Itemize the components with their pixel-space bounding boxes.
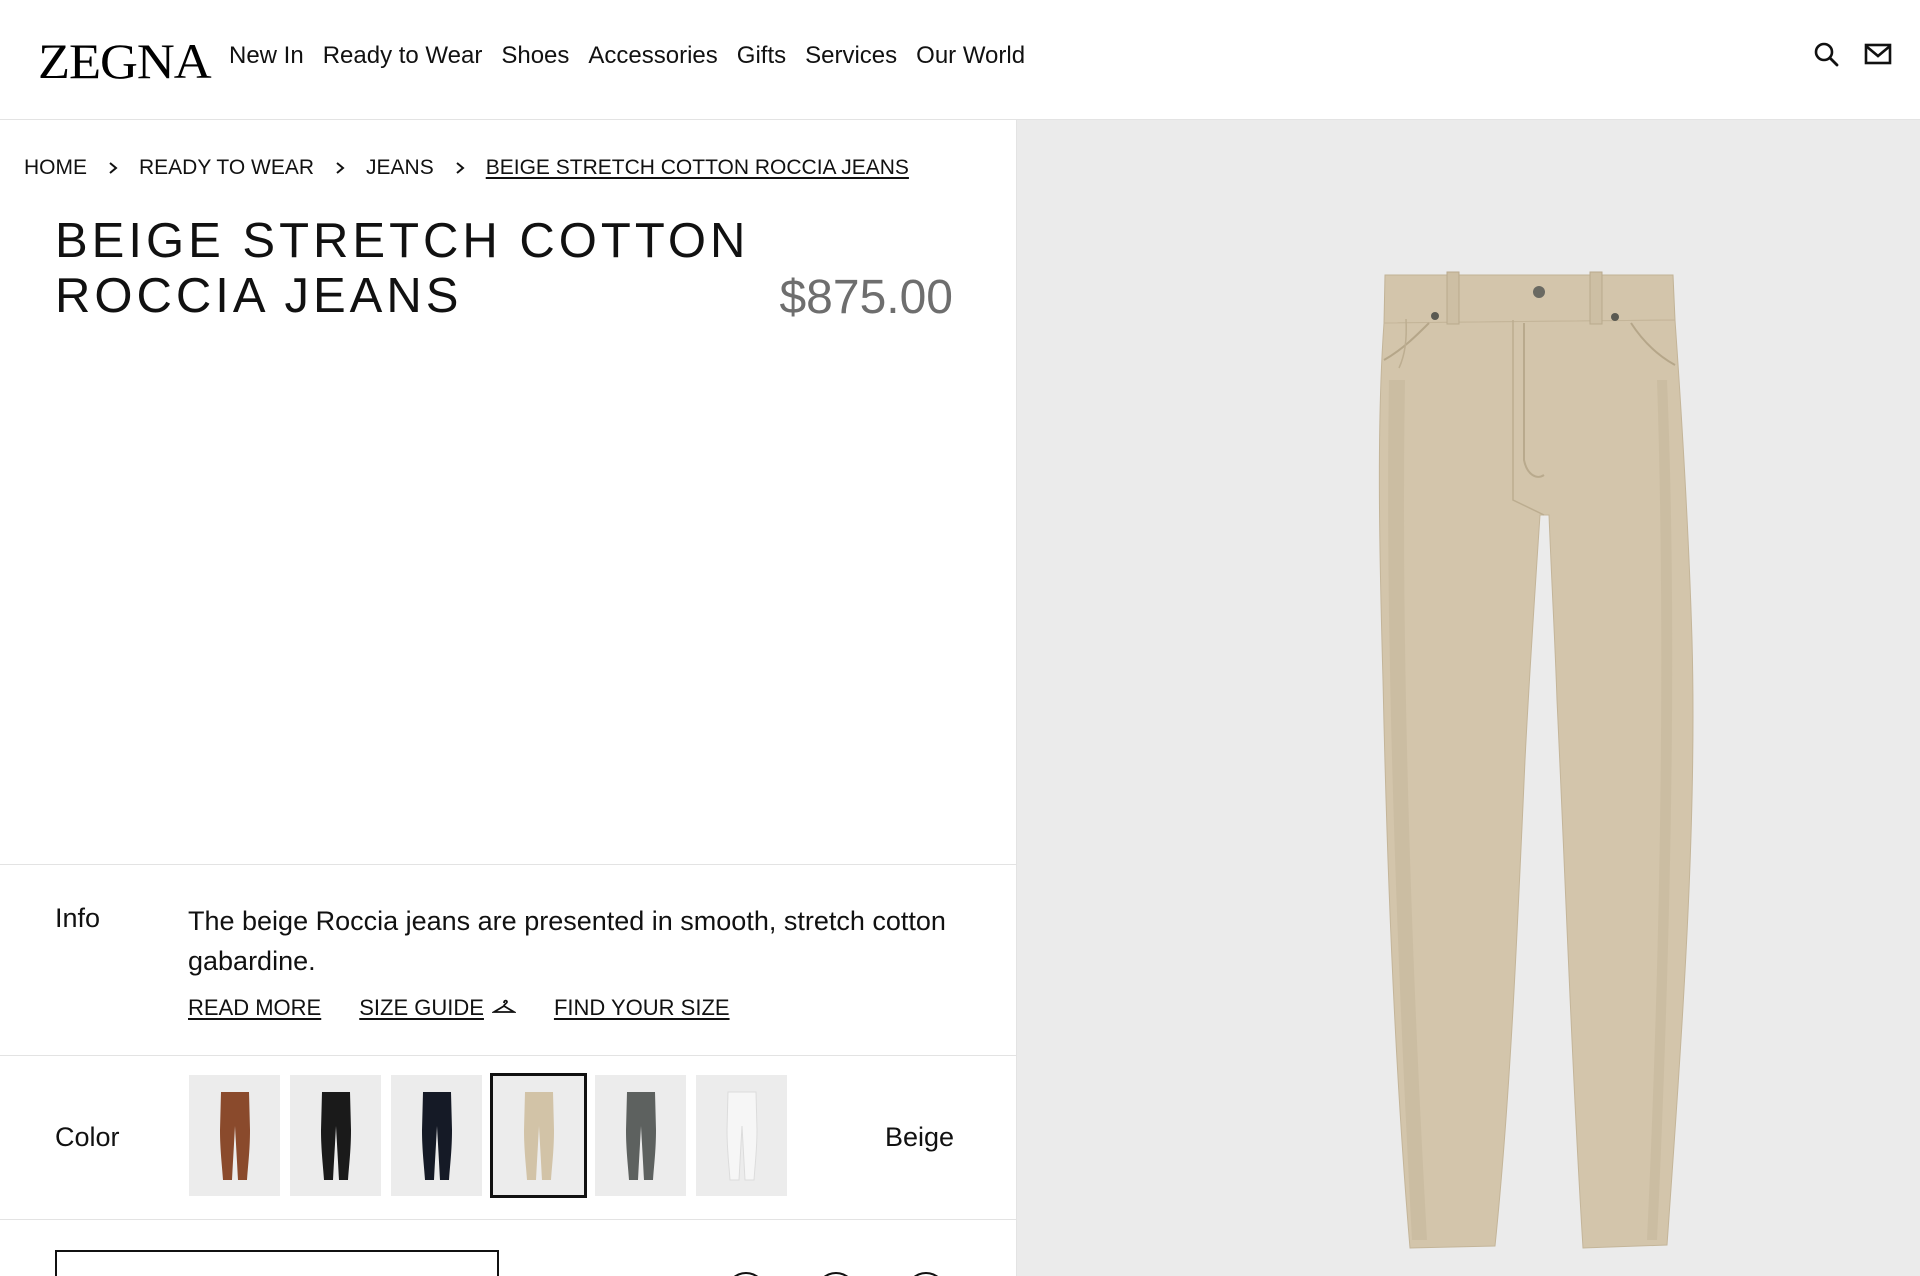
nav-services[interactable]: Services xyxy=(805,42,897,70)
jeans-thumbnail-icon xyxy=(625,1091,656,1180)
circle-button[interactable] xyxy=(906,1272,946,1276)
color-swatch-brown[interactable] xyxy=(189,1075,280,1196)
chevron-right-icon xyxy=(314,161,366,175)
find-your-size-label: FIND YOUR SIZE xyxy=(553,995,730,1020)
breadcrumb-current[interactable]: BEIGE STRETCH COTTON ROCCIA JEANS xyxy=(486,156,909,180)
selected-color: Beige xyxy=(884,1122,954,1152)
size-guide-link[interactable]: SIZE GUIDE xyxy=(359,995,518,1021)
breadcrumb-home[interactable]: HOME xyxy=(24,156,87,180)
product-title-line1: BEIGE STRETCH COTTON xyxy=(55,214,750,268)
site-header: ZEGNA New In Ready to Wear Shoes Accesso… xyxy=(0,0,1920,120)
nav-accessories[interactable]: Accessories xyxy=(588,42,717,70)
jeans-illustration xyxy=(1378,271,1694,1249)
color-section: Color Beige xyxy=(0,1056,1017,1220)
nav-ready-to-wear[interactable]: Ready to Wear xyxy=(323,42,483,70)
nav-our-world[interactable]: Our World xyxy=(916,42,1025,70)
mail-icon[interactable] xyxy=(1864,40,1892,68)
hanger-icon xyxy=(490,995,518,1021)
info-label: Info xyxy=(55,903,101,933)
circle-button[interactable] xyxy=(816,1272,856,1276)
chevron-right-icon xyxy=(434,161,486,175)
jeans-thumbnail-icon xyxy=(320,1091,351,1180)
main-nav: New In Ready to Wear Shoes Accessories G… xyxy=(229,42,1044,70)
jeans-thumbnail-icon xyxy=(421,1091,452,1180)
breadcrumb-ready-to-wear[interactable]: READY TO WEAR xyxy=(139,156,314,180)
info-section: Info The beige Roccia jeans are presente… xyxy=(0,864,1017,1056)
read-more-label: READ MORE xyxy=(188,995,322,1020)
nav-shoes[interactable]: Shoes xyxy=(501,42,569,70)
color-swatches xyxy=(189,1073,787,1198)
brand-logo[interactable]: ZEGNA xyxy=(38,32,212,90)
product-title: BEIGE STRETCH COTTON ROCCIA JEANS xyxy=(55,214,755,324)
breadcrumb: HOME READY TO WEAR JEANS BEIGE STRETCH C… xyxy=(24,156,909,180)
info-description: The beige Roccia jeans are presented in … xyxy=(188,906,946,976)
color-swatch-black[interactable] xyxy=(290,1075,381,1196)
header-actions xyxy=(1812,40,1892,68)
breadcrumb-jeans[interactable]: JEANS xyxy=(366,156,434,180)
info-links: READ MORE SIZE GUIDE FIND YOUR SIZE xyxy=(188,995,768,1021)
product-image[interactable] xyxy=(1017,120,1920,1276)
size-guide-label: SIZE GUIDE xyxy=(359,995,484,1020)
color-swatch-navy[interactable] xyxy=(391,1075,482,1196)
chevron-right-icon xyxy=(87,161,139,175)
color-label: Color xyxy=(55,1122,120,1152)
product-price: $875.00 xyxy=(779,271,953,324)
size-select[interactable] xyxy=(55,1250,499,1276)
color-swatch-grey[interactable] xyxy=(595,1075,686,1196)
nav-gifts[interactable]: Gifts xyxy=(737,42,786,70)
find-your-size-link[interactable]: FIND YOUR SIZE xyxy=(554,995,730,1021)
action-icons xyxy=(726,1272,946,1276)
search-icon[interactable] xyxy=(1812,40,1840,68)
circle-button[interactable] xyxy=(726,1272,766,1276)
jeans-thumbnail-icon xyxy=(219,1091,250,1180)
nav-new-in[interactable]: New In xyxy=(229,42,304,70)
jeans-thumbnail-icon xyxy=(725,1091,758,1180)
product-details-panel: HOME READY TO WEAR JEANS BEIGE STRETCH C… xyxy=(0,120,1017,1276)
color-swatch-white[interactable] xyxy=(696,1075,787,1196)
read-more-link[interactable]: READ MORE xyxy=(188,995,321,1021)
product-title-line2: ROCCIA JEANS xyxy=(55,269,463,323)
jeans-thumbnail-icon xyxy=(523,1091,554,1180)
color-swatch-beige[interactable] xyxy=(490,1073,587,1198)
